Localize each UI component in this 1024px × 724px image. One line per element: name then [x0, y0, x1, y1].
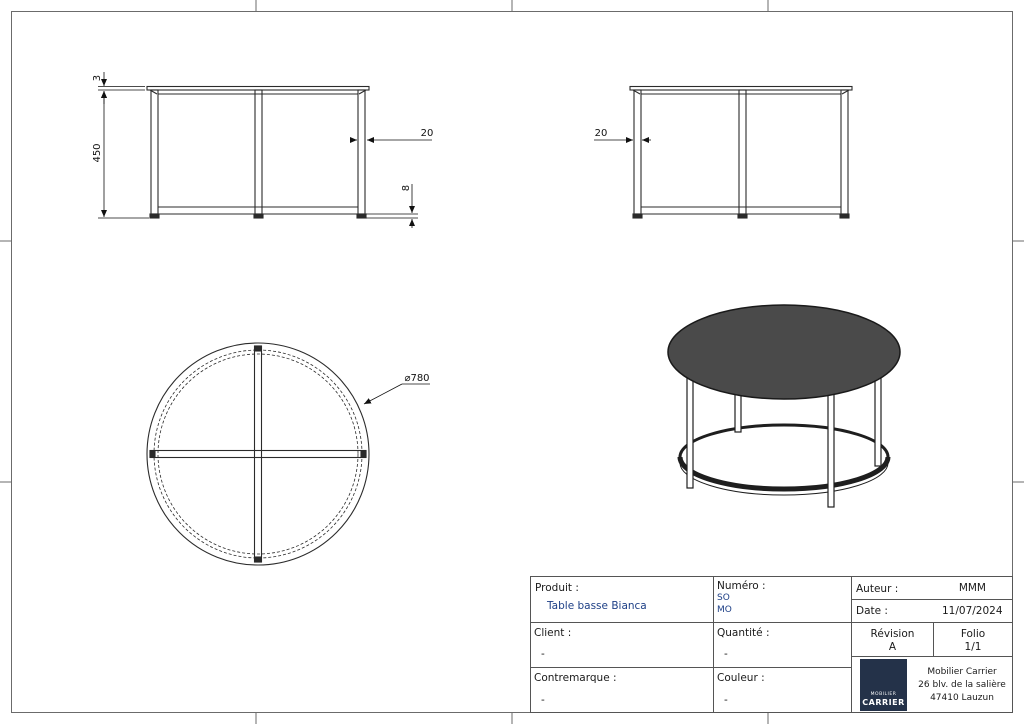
- front-elevation-view: [146, 85, 370, 219]
- couleur-value: -: [724, 694, 728, 706]
- logo-line2: CARRIER: [862, 698, 905, 707]
- front-dimensions: [98, 72, 432, 228]
- tabletop-surface: [667, 304, 901, 400]
- dim-leg-width-front: 20: [421, 128, 434, 139]
- dim-diameter: ⌀780: [404, 373, 429, 384]
- dim-top-thickness: 3: [92, 75, 103, 81]
- dim-foot-height: 8: [401, 185, 412, 191]
- company-address1: 26 blv. de la salière: [918, 680, 1006, 690]
- dim-height: 450: [92, 143, 103, 162]
- dim-leg-width-side: 20: [595, 128, 608, 139]
- contremarque-value: -: [541, 694, 545, 706]
- perspective-view: [667, 304, 901, 508]
- top-view: [146, 342, 370, 566]
- side-elevation-view: [629, 85, 853, 219]
- logo-line1: MOBILIER: [870, 692, 897, 697]
- company-address2: 47410 Lauzun: [930, 693, 994, 703]
- contremarque-label: Contremarque :: [534, 672, 617, 684]
- company-name: Mobilier Carrier: [927, 667, 997, 677]
- numero-so: SO: [717, 593, 730, 603]
- produit-value: Table basse Bianca: [547, 600, 647, 612]
- revision-value: A: [888, 641, 897, 653]
- folio-label: Folio: [960, 628, 986, 640]
- diameter-dimension: [363, 383, 430, 405]
- numero-label: Numéro :: [717, 580, 766, 592]
- auteur-label: Auteur :: [856, 583, 899, 595]
- numero-mo: MO: [717, 605, 732, 615]
- client-value: -: [541, 648, 545, 660]
- produit-label: Produit :: [535, 582, 579, 594]
- date-label: Date :: [856, 605, 888, 617]
- date-value: 11/07/2024: [942, 605, 1003, 617]
- company-logo: MOBILIER CARRIER: [860, 659, 907, 711]
- couleur-label: Couleur :: [717, 672, 765, 684]
- auteur-value: MMM: [958, 582, 986, 594]
- quantite-label: Quantité :: [717, 627, 770, 639]
- quantite-value: -: [724, 648, 728, 660]
- client-label: Client :: [534, 627, 572, 639]
- revision-label: Révision: [870, 628, 915, 640]
- folio-value: 1/1: [964, 641, 982, 653]
